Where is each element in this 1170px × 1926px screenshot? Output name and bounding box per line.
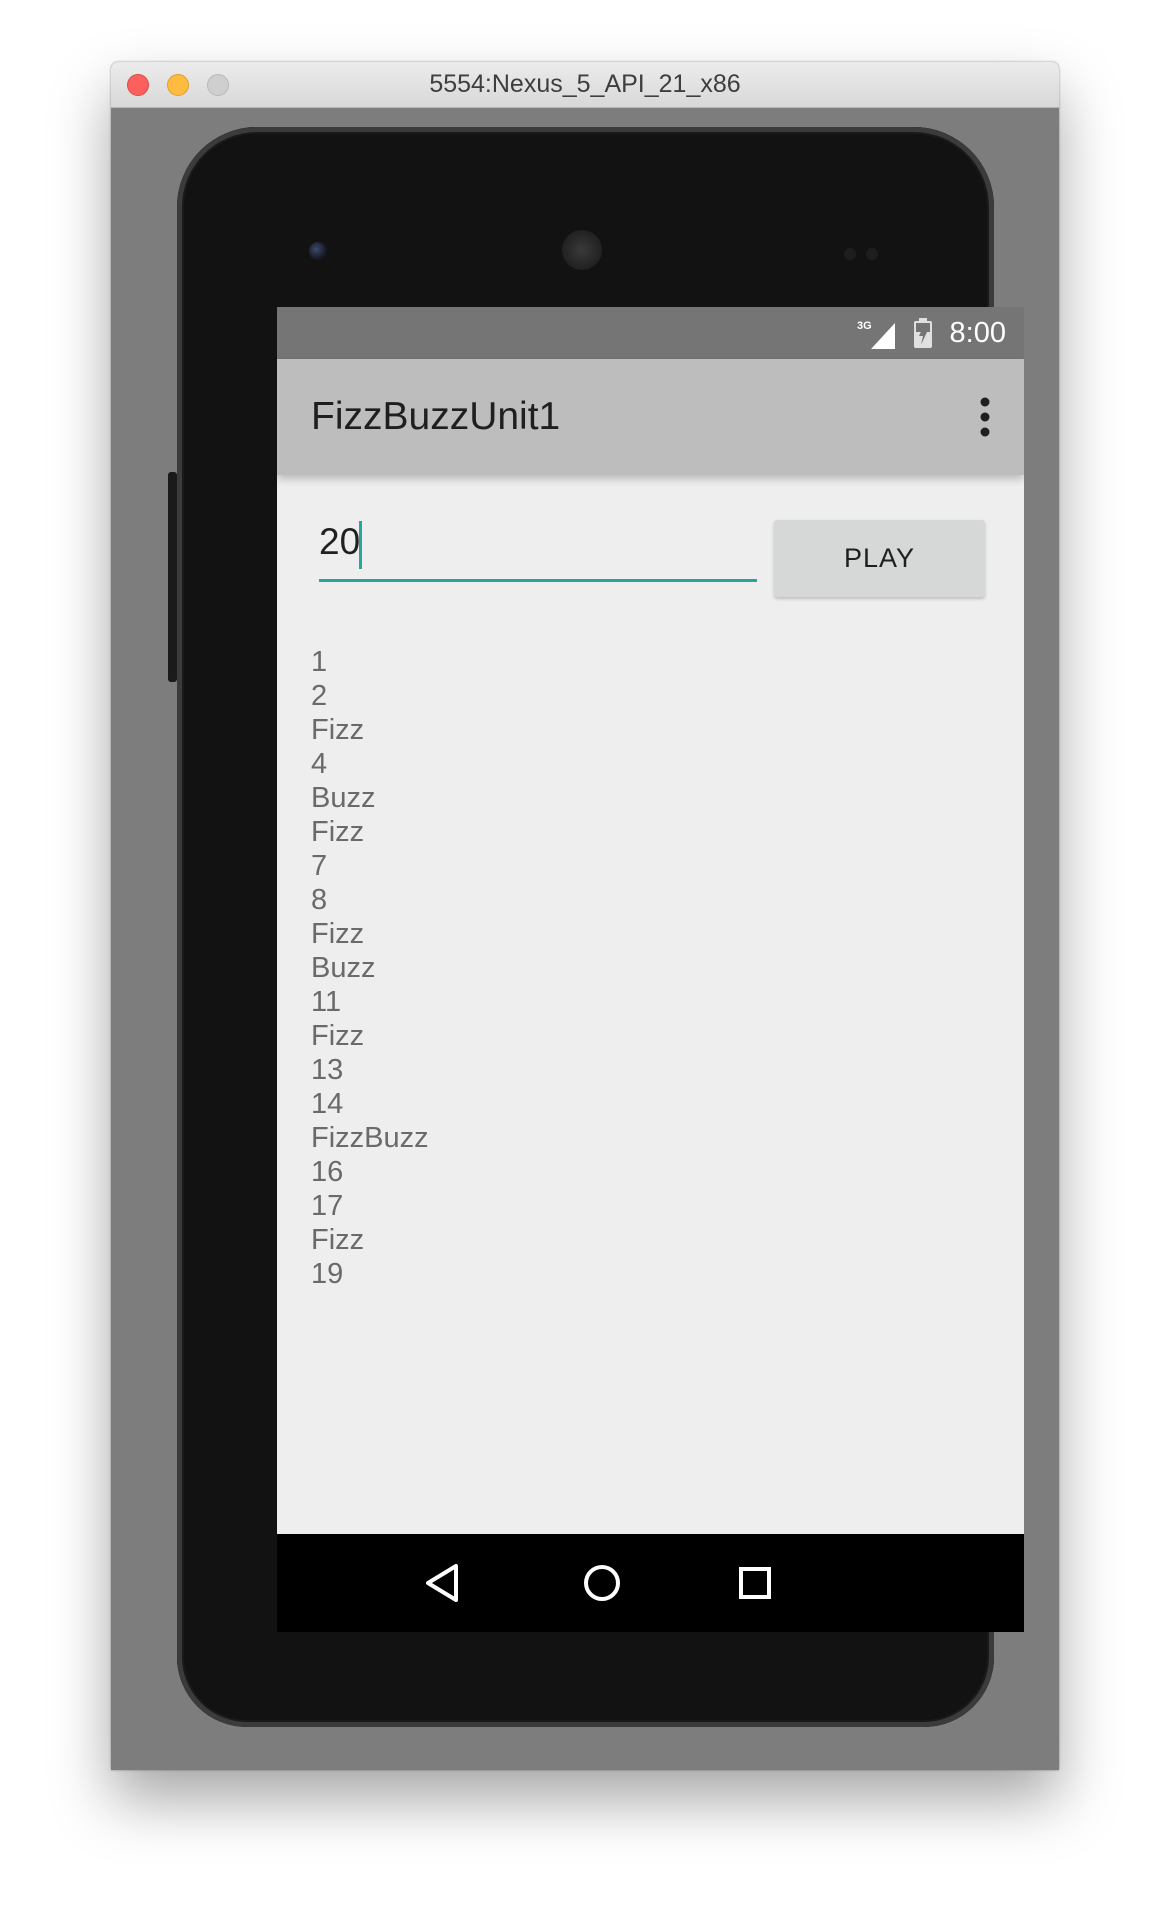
phone-screen: 3G 8:00 FizzBuzzUnit1 20 PLAY 1 2 Fizz 4… xyxy=(277,307,1024,1632)
result-item: Fizz xyxy=(311,1224,365,1256)
play-button[interactable]: PLAY xyxy=(774,520,985,597)
result-item: 7 xyxy=(311,850,328,882)
recents-square-icon[interactable] xyxy=(732,1560,778,1606)
home-circle-icon[interactable] xyxy=(579,1560,625,1606)
proximity-sensor xyxy=(844,248,856,260)
result-item: Fizz xyxy=(311,918,365,950)
result-item: Fizz xyxy=(311,714,365,746)
result-item: 13 xyxy=(311,1054,344,1086)
text-cursor xyxy=(359,521,362,569)
phone-frame: 3G 8:00 FizzBuzzUnit1 20 PLAY 1 2 Fizz 4… xyxy=(168,127,1024,1727)
back-triangle-icon[interactable] xyxy=(420,1560,466,1606)
emulator-window: 5554:Nexus_5_API_21_x86 3G 8:00 FizzBuzz… xyxy=(111,62,1059,1770)
result-item: 17 xyxy=(311,1190,344,1222)
result-item: 1 xyxy=(311,646,328,678)
result-item: 8 xyxy=(311,884,328,916)
result-item: 11 xyxy=(311,986,342,1018)
number-input-container xyxy=(319,507,757,582)
result-item: 16 xyxy=(311,1156,344,1188)
phone-volume-button xyxy=(168,472,177,682)
app-bar: FizzBuzzUnit1 xyxy=(277,359,1024,475)
earpiece-speaker xyxy=(562,230,602,270)
signal-3g-icon: 3G xyxy=(857,320,895,349)
fizzbuzz-results-list: 1 2 Fizz 4 Buzz Fizz 7 8 Fizz Buzz 11 Fizz 13 14 FizzB… xyxy=(311,645,429,1291)
network-type: 3G xyxy=(857,320,872,332)
more-vert-icon[interactable] xyxy=(979,397,991,437)
app-title: FizzBuzzUnit1 xyxy=(311,395,561,438)
result-item: Buzz xyxy=(311,952,376,984)
window-titlebar[interactable]: 5554:Nexus_5_API_21_x86 xyxy=(111,62,1059,108)
result-item: Fizz xyxy=(311,816,365,848)
number-input[interactable] xyxy=(319,507,757,577)
light-sensor xyxy=(866,248,878,260)
result-item: FizzBuzz xyxy=(311,1122,429,1154)
status-time: 8:00 xyxy=(949,317,1006,349)
result-item: 2 xyxy=(311,680,328,712)
result-item: 4 xyxy=(311,748,328,780)
battery-charging-icon xyxy=(914,318,932,348)
window-title: 5554:Nexus_5_API_21_x86 xyxy=(429,70,741,98)
result-item: Fizz xyxy=(311,1020,365,1052)
result-item: Buzz xyxy=(311,782,376,814)
front-camera xyxy=(309,242,327,260)
result-item: 14 xyxy=(311,1088,344,1120)
navigation-bar xyxy=(277,1534,1024,1632)
result-item: 19 xyxy=(311,1258,344,1290)
status-bar: 3G 8:00 xyxy=(277,307,1024,359)
